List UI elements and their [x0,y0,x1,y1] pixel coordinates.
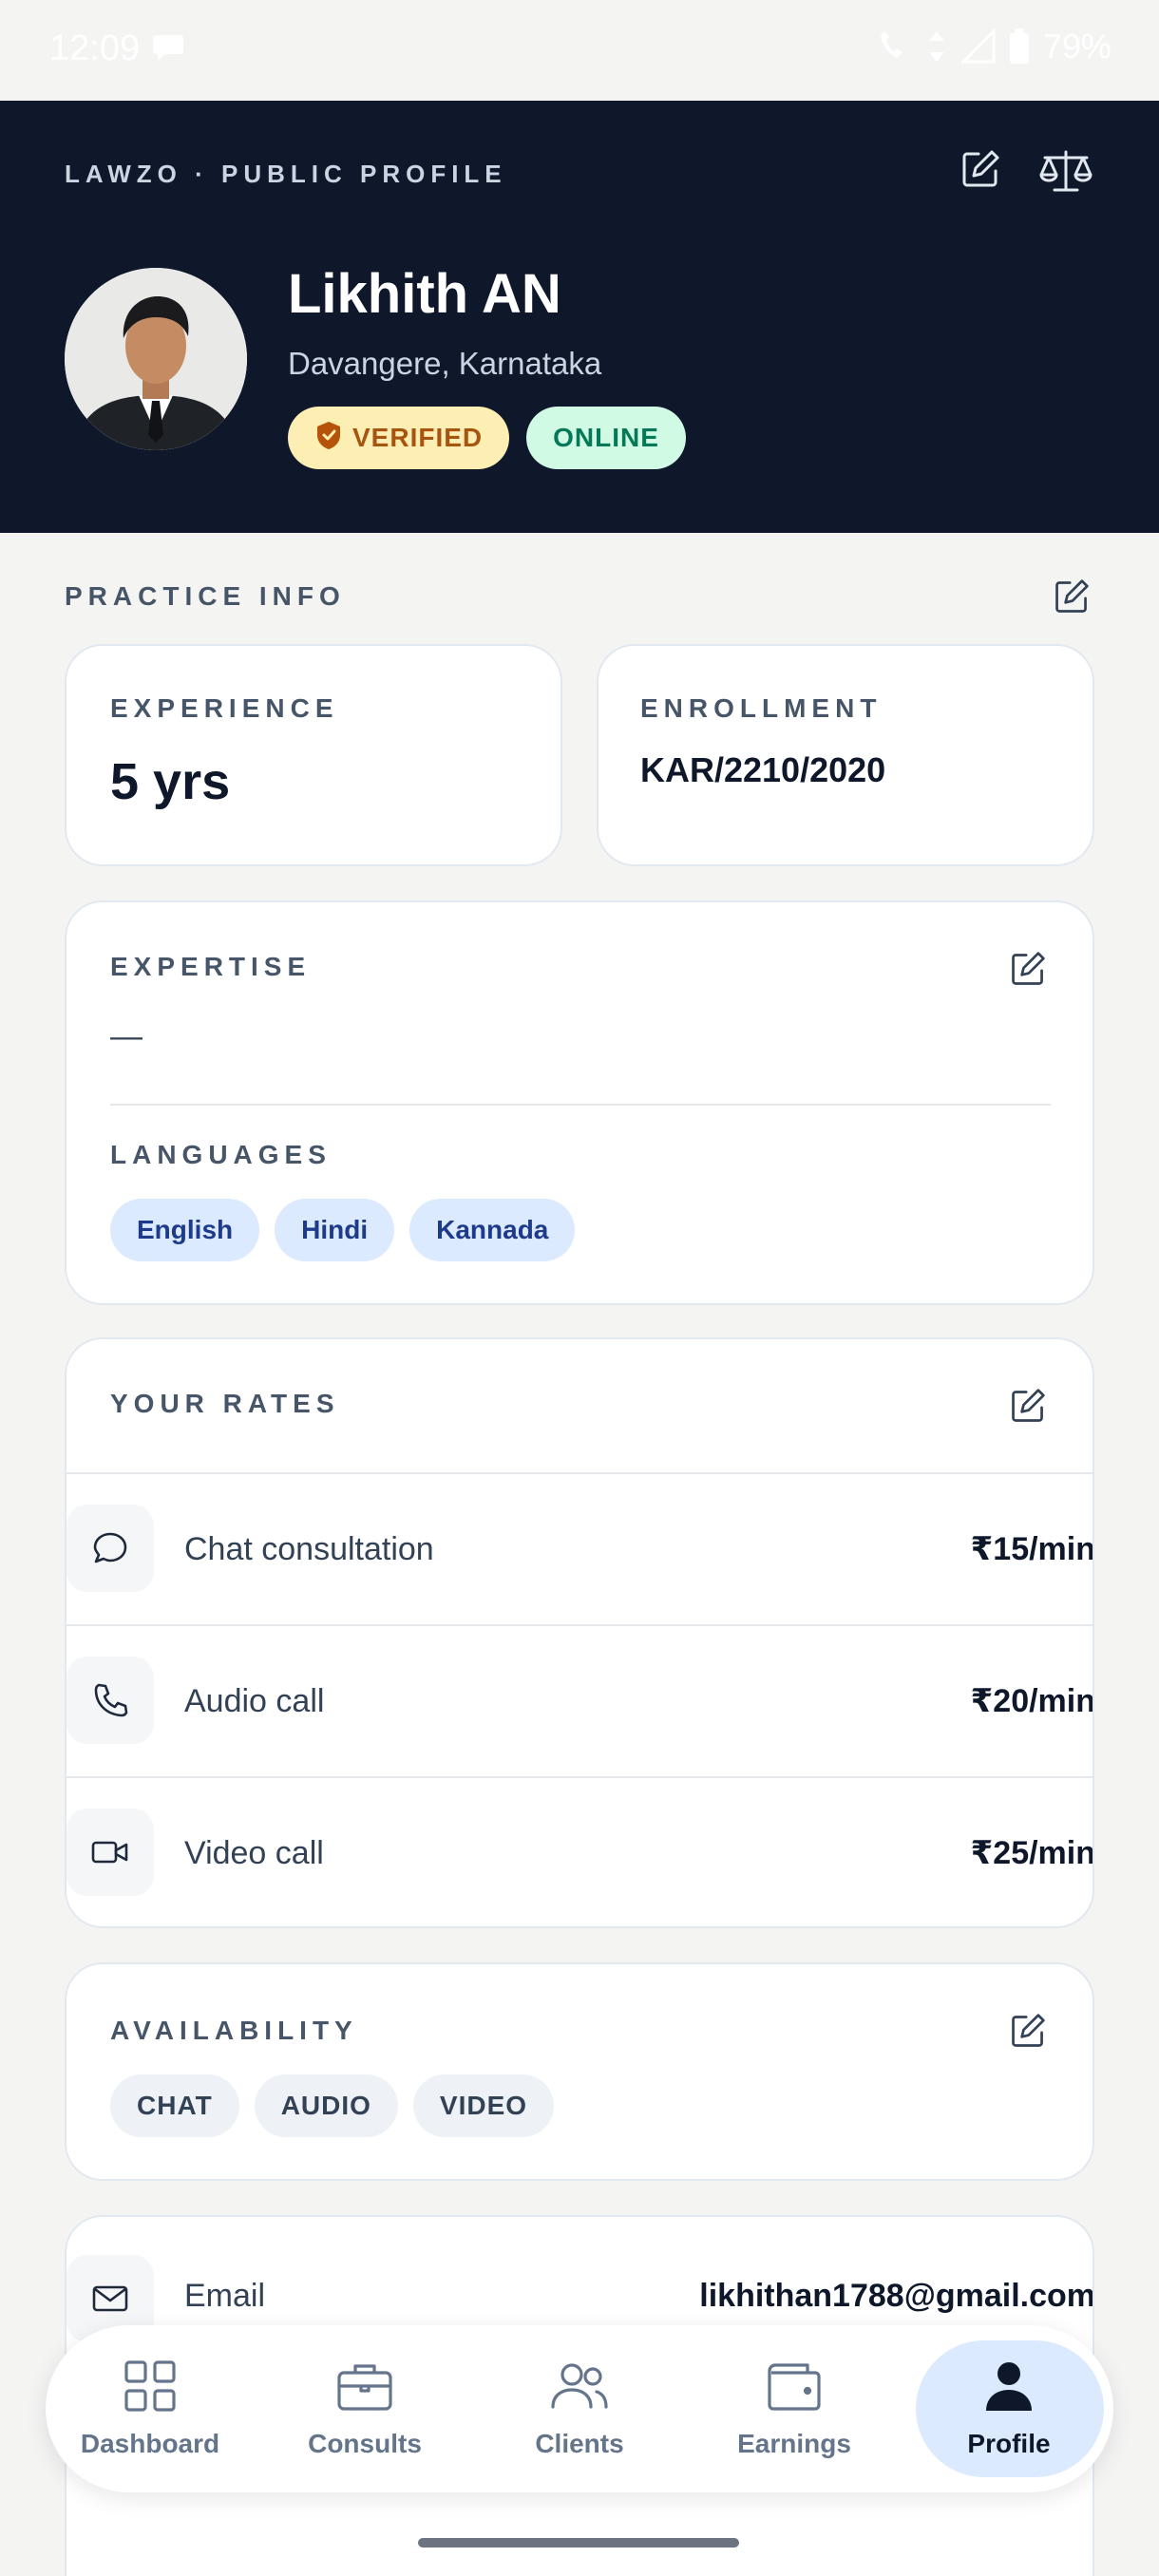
nav-earnings[interactable]: Earnings [690,2325,899,2492]
status-time: 12:09 [49,28,141,68]
nav-consults[interactable]: Consults [260,2325,469,2492]
profile-header: LAWZO · PUBLIC PROFILE Likhith AN Davang… [0,101,1159,533]
bottom-nav: Dashboard Consults Clients Earnings Prof… [46,2325,1113,2492]
online-label: ONLINE [553,423,659,452]
grid-icon [124,2359,177,2417]
availability-card: AVAILABILITY CHAT AUDIO VIDEO [65,1962,1094,2181]
rate-label: Audio call [184,1682,325,1719]
expertise-label: EXPERTISE [110,952,312,981]
brand-line: LAWZO · PUBLIC PROFILE [65,160,507,188]
email-value: likhithan1788@gmail.com [699,2277,1094,2314]
nav-label: Earnings [737,2428,851,2458]
language-chip: English [110,1199,260,1261]
signal-icon [960,29,996,64]
home-indicator[interactable] [418,2538,739,2548]
rate-price: ₹20/min [970,1683,1094,1719]
battery-percent: 79% [1042,27,1112,66]
message-notification-icon [152,32,184,67]
availability-label: AVAILABILITY [110,2016,358,2045]
nav-label: Clients [535,2428,624,2458]
edit-expertise-icon[interactable] [1009,950,1047,993]
nav-label: Consults [308,2428,422,2458]
expertise-value: — [110,1018,142,1054]
status-icons: 79% [874,27,1112,66]
nav-label: Dashboard [80,2428,220,2458]
experience-value: 5 yrs [110,753,231,810]
language-chip: Hindi [275,1199,395,1261]
rate-price: ₹15/min [970,1531,1094,1567]
rate-label: Chat consultation [184,1530,434,1567]
divider [110,1104,1051,1106]
scales-icon[interactable] [1037,148,1094,199]
practice-info-label: PRACTICE INFO [65,581,346,611]
edit-rates-icon[interactable] [1009,1387,1047,1430]
profile-name: Likhith AN [288,263,561,325]
profile-location: Davangere, Karnataka [288,346,602,381]
enrollment-label: ENROLLMENT [640,693,883,723]
battery-icon [1009,28,1030,65]
nav-label: Profile [967,2428,1051,2458]
avatar [65,268,247,450]
briefcase-icon [336,2359,393,2417]
enrollment-value: KAR/2210/2020 [640,750,886,789]
shield-check-icon [314,420,343,457]
phone-icon [66,1657,154,1744]
experience-label: EXPERIENCE [110,693,339,723]
availability-modes: CHAT AUDIO VIDEO [110,2074,555,2137]
person-icon [982,2359,1036,2417]
rate-label: Video call [184,1834,324,1871]
users-icon [549,2359,610,2417]
nav-profile[interactable]: Profile [904,2325,1113,2492]
verified-label: VERIFIED [352,423,484,452]
mode-chip[interactable]: VIDEO [412,2074,555,2137]
rate-price: ₹25/min [970,1835,1094,1871]
status-bar: 12:09 79% [0,0,1159,101]
online-badge: ONLINE [526,407,686,469]
wallet-icon [766,2359,823,2417]
wifi-call-icon [874,29,912,64]
status-badges: VERIFIED ONLINE [288,407,686,469]
expertise-card: EXPERTISE — LANGUAGES English Hindi Kann… [65,900,1094,1305]
mode-chip[interactable]: AUDIO [254,2074,398,2137]
experience-card: EXPERIENCE 5 yrs [65,644,562,866]
rates-label: YOUR RATES [110,1389,340,1418]
edit-icon[interactable] [960,148,1001,195]
email-label: Email [184,2277,266,2314]
enrollment-card: ENROLLMENT KAR/2210/2020 [597,644,1094,866]
verified-badge: VERIFIED [288,407,510,469]
nav-clients[interactable]: Clients [475,2325,684,2492]
rates-card: YOUR RATES Chat consultation ₹15/min Aud… [65,1337,1094,1928]
edit-practice-icon[interactable] [1053,578,1091,620]
nav-dashboard[interactable]: Dashboard [46,2325,255,2492]
rate-row-audio[interactable]: Audio call ₹20/min [66,1624,1094,1776]
data-arrows-icon [925,29,948,64]
languages-list: English Hindi Kannada [110,1199,576,1261]
chat-bubble-icon [66,1505,154,1592]
language-chip: Kannada [409,1199,576,1261]
video-icon [66,1809,154,1896]
edit-availability-icon[interactable] [1009,2012,1047,2055]
rate-row-video[interactable]: Video call ₹25/min [66,1776,1094,1926]
mode-chip[interactable]: CHAT [110,2074,239,2137]
rate-row-chat[interactable]: Chat consultation ₹15/min [66,1472,1094,1624]
languages-label: LANGUAGES [110,1140,332,1169]
